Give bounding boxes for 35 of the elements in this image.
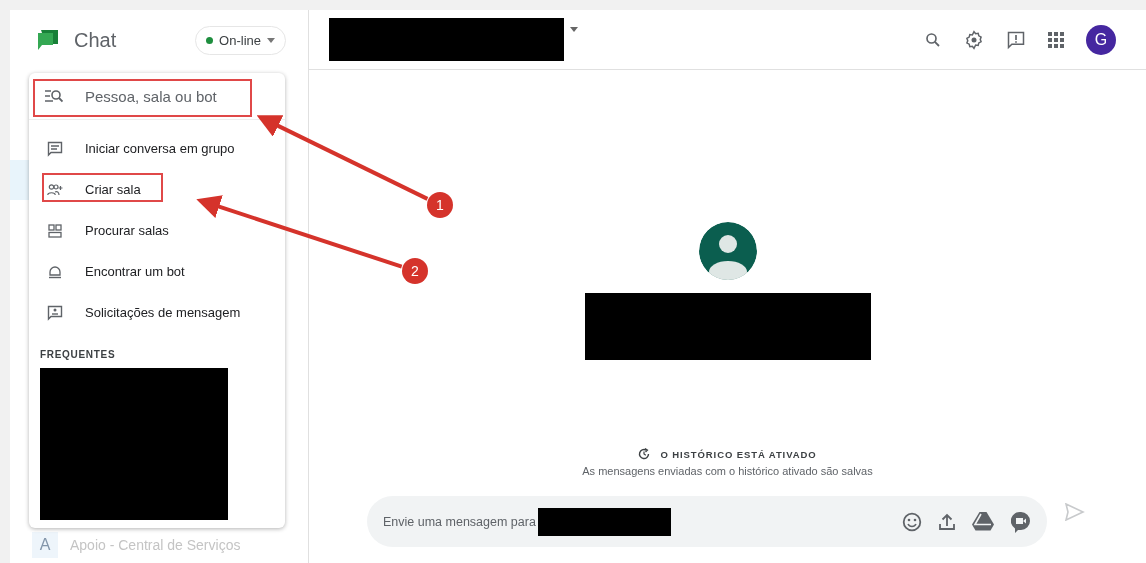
person-avatar-icon [698, 222, 757, 280]
status-dropdown[interactable]: On-line [195, 25, 286, 55]
chat-icon [47, 140, 63, 157]
caret-icon[interactable] [267, 37, 275, 43]
section-heading: FREQUENTES [39, 348, 117, 362]
status-dot [206, 36, 214, 44]
search-icon [45, 89, 63, 103]
emoji-icon[interactable] [902, 511, 922, 532]
drive-icon[interactable] [972, 512, 994, 531]
search-field[interactable]: Pessoa, sala ou bot [29, 73, 285, 120]
upload-icon[interactable] [939, 512, 955, 531]
history-note: As mensagens enviadas com o histórico ativado são salvas [582, 465, 873, 477]
chat-logo-icon [36, 28, 60, 52]
message-field[interactable]: Envie uma mensagem para [367, 496, 1047, 547]
history-icon [638, 448, 651, 460]
menu-item[interactable]: Iniciar conversa em grupo [29, 128, 285, 169]
apps-icon[interactable] [1048, 31, 1064, 48]
rooms-icon [47, 223, 63, 238]
menu-item[interactable]: Criar sala [29, 169, 285, 210]
add-people-icon [47, 182, 63, 197]
room-avatar: A [32, 532, 58, 558]
message-request-icon [47, 304, 63, 321]
video-call-icon[interactable] [1011, 510, 1031, 533]
menu-item[interactable]: Encontrar um bot [29, 251, 285, 292]
account-avatar[interactable]: G [1086, 24, 1116, 55]
feedback-icon[interactable] [1006, 29, 1026, 50]
settings-icon[interactable] [964, 29, 984, 50]
history-status: O HISTÓRICO ESTÁ ATIVADO [660, 448, 817, 460]
menu-item[interactable]: Solicitações de mensagem [29, 292, 285, 333]
selected-item-highlight [10, 160, 30, 200]
bot-icon [47, 264, 63, 279]
app-title: Chat [74, 28, 118, 52]
caret-icon[interactable] [570, 27, 578, 32]
search-icon[interactable] [924, 30, 942, 49]
menu-item[interactable]: Procurar salas [29, 210, 285, 251]
